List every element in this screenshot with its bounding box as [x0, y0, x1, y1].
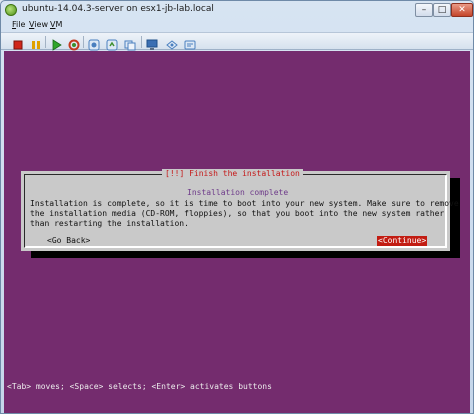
- reset-icon[interactable]: [68, 36, 80, 51]
- dialog-subtitle: Installation complete: [187, 188, 289, 197]
- menu-view[interactable]: View: [29, 20, 48, 29]
- keyboard-icon[interactable]: [166, 36, 178, 50]
- menu-bar: File View VM: [1, 19, 473, 32]
- continue-button[interactable]: <Continue>: [377, 236, 428, 246]
- dialog-message-line: than restarting the installation.: [30, 219, 189, 228]
- snapshot-revert-icon[interactable]: [106, 36, 118, 51]
- dialog-title: [!!] Finish the installation: [162, 169, 303, 179]
- vm-console-window: ubuntu-14.04.3-server on esx1-jb-lab.loc…: [0, 0, 474, 414]
- menu-file[interactable]: File: [12, 20, 25, 29]
- vm-console-screen[interactable]: [!!] Finish the installation Installatio…: [4, 51, 470, 413]
- console-status-line: <Tab> moves; <Space> selects; <Enter> ac…: [7, 382, 272, 391]
- settings-icon[interactable]: [184, 36, 196, 50]
- toolbar-separator: [141, 36, 142, 48]
- vm-console-app-icon: [5, 4, 17, 16]
- title-bar[interactable]: ubuntu-14.04.3-server on esx1-jb-lab.loc…: [1, 1, 473, 19]
- minimize-button[interactable]: –: [415, 3, 433, 17]
- dialog-message-line: Installation is complete, so it is time …: [30, 199, 459, 208]
- play-triangle-icon[interactable]: [50, 36, 62, 51]
- dialog-message-line: the installation media (CD-ROM, floppies…: [30, 209, 445, 218]
- stop-square-icon[interactable]: [12, 36, 24, 50]
- snapshot-manager-icon[interactable]: [124, 36, 136, 51]
- maximize-button[interactable]: □: [433, 3, 451, 17]
- close-button[interactable]: ✕: [451, 3, 473, 17]
- toolbar-separator: [83, 36, 84, 48]
- pause-icon[interactable]: [30, 36, 42, 49]
- window-title: ubuntu-14.04.3-server on esx1-jb-lab.loc…: [22, 4, 214, 14]
- menu-vm[interactable]: VM: [50, 20, 62, 29]
- toolbar: [1, 32, 473, 51]
- go-back-button[interactable]: <Go Back>: [47, 236, 90, 246]
- snapshot-icon[interactable]: [88, 36, 100, 51]
- toolbar-separator: [45, 36, 46, 48]
- monitor-icon[interactable]: [146, 36, 158, 50]
